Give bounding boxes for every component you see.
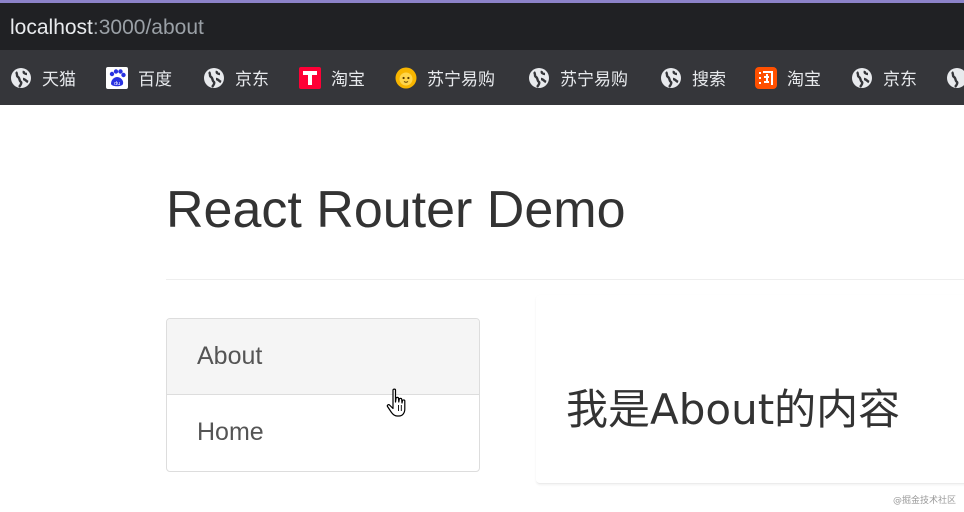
bookmark-suning-2[interactable]: 苏宁易购: [528, 50, 628, 105]
nav-link-about[interactable]: About: [167, 319, 479, 395]
baidu-paw-icon: du: [106, 66, 128, 89]
title-divider: [166, 279, 964, 280]
suning-lion-icon: [395, 67, 417, 89]
bookmark-label: 京东: [235, 70, 269, 90]
url-text[interactable]: localhost:3000/about: [10, 16, 204, 40]
bookmark-jd[interactable]: 京东: [203, 50, 269, 105]
globe-icon: [10, 67, 32, 89]
tmall-t-icon: [299, 66, 321, 89]
bookmark-overflow[interactable]: [946, 50, 964, 105]
url-host: localhost: [10, 16, 93, 39]
globe-icon: [203, 67, 225, 89]
svg-text:du: du: [114, 81, 120, 87]
page-content: React Router Demo About Home 我是About的内容: [0, 105, 964, 512]
bookmark-baidu[interactable]: du 百度: [106, 50, 172, 105]
bookmark-taobao[interactable]: 淘宝: [299, 50, 365, 105]
content-panel: 我是About的内容: [536, 295, 964, 484]
bookmark-taobao-2[interactable]: 淘宝: [755, 50, 821, 105]
globe-icon: [660, 67, 682, 89]
bookmark-label: 京东: [883, 70, 917, 90]
bookmark-suning[interactable]: 苏宁易购: [395, 50, 495, 105]
globe-icon: [528, 67, 550, 89]
globe-icon: [946, 67, 964, 89]
address-bar[interactable]: localhost:3000/about: [0, 3, 964, 50]
bookmark-label: 淘宝: [787, 70, 821, 90]
bookmark-search[interactable]: 搜索: [660, 50, 726, 105]
watermark: @掘金技术社区: [892, 496, 956, 506]
bookmark-label: 百度: [138, 70, 172, 90]
content-text: 我是About的内容: [566, 385, 901, 434]
hand-cursor-icon: [386, 388, 412, 422]
bookmark-label: 天猫: [42, 70, 76, 90]
globe-icon: [851, 67, 873, 89]
url-path: :3000/about: [92, 16, 204, 39]
bookmark-tmall[interactable]: 天猫: [10, 50, 76, 105]
bookmark-label: 搜索: [692, 70, 726, 90]
bookmark-label: 苏宁易购: [427, 70, 495, 90]
nav-list-group: About Home: [166, 318, 480, 472]
bookmark-label: 淘宝: [331, 70, 365, 90]
bookmark-jd-2[interactable]: 京东: [851, 50, 917, 105]
nav-link-home[interactable]: Home: [167, 395, 479, 470]
bookmarks-bar: 天猫 du 百度 京东 淘宝 苏宁易购 苏宁易购 搜索 淘宝 京东: [0, 50, 964, 105]
page-title: React Router Demo: [166, 181, 626, 239]
bookmark-label: 苏宁易购: [560, 70, 628, 90]
taobao-icon: [755, 66, 777, 89]
